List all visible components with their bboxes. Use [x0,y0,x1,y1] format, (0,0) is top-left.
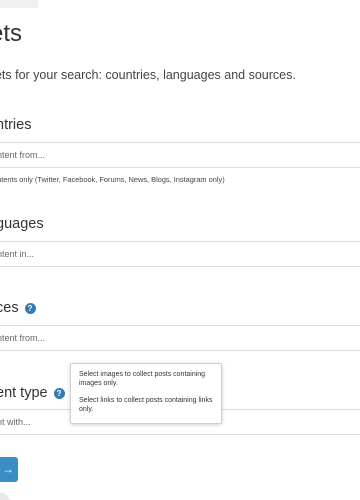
languages-input[interactable] [0,242,360,266]
content-type-section-title: ent type? [0,385,65,401]
languages-section-title: guages [0,216,44,232]
countries-title-text: ntries [0,117,32,133]
sources-field[interactable] [0,325,360,351]
arrow-right-icon: → [2,462,14,476]
sources-title-text: ces [0,300,19,316]
sources-section-title: ces? [0,300,36,316]
languages-field[interactable] [0,241,360,267]
page-title: ets [0,20,23,47]
content-type-tooltip: Select images to collect posts containin… [70,363,222,424]
sources-input[interactable] [0,326,360,350]
bottom-circle-icon [0,493,10,500]
tooltip-links-text: Select links to collect posts containing… [79,397,213,413]
countries-input[interactable] [0,143,360,167]
countries-field[interactable] [0,142,360,168]
languages-title-text: guages [0,216,44,232]
top-strip [0,0,38,8]
page-subtitle: gets for your search: countries, languag… [0,68,296,82]
next-button[interactable]: → [0,457,18,482]
sources-help-icon[interactable]: ? [24,303,36,314]
countries-section-title: ntries [0,117,31,133]
countries-hint: ontents only (Twitter, Facebook, Forums,… [0,175,225,184]
content-type-help-icon[interactable]: ? [53,388,65,399]
content-type-title-text: ent type [0,385,48,401]
tooltip-images-text: Select images to collect posts containin… [79,371,206,387]
